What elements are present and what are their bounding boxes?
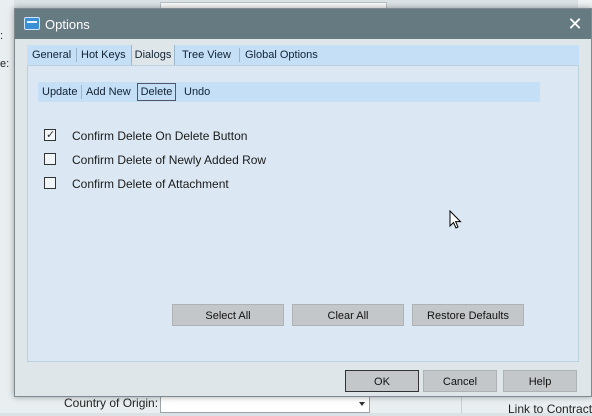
subtab-undo[interactable]: Undo (184, 82, 210, 102)
tab-tree-view[interactable]: Tree View (182, 45, 231, 65)
tab-hot-keys[interactable]: Hot Keys (81, 45, 126, 65)
options-dialog: Options ✕ General Hot Keys Dialogs Tree … (14, 8, 592, 397)
tab-global-options[interactable]: Global Options (245, 45, 318, 65)
background-left-strip: : e: (0, 0, 14, 413)
background-label: : (0, 30, 4, 42)
dialogs-tab-panel: Update Add New Delete Undo ✓ Confirm Del… (27, 65, 579, 362)
subtab-divider (81, 85, 82, 99)
select-all-button[interactable]: Select All (172, 304, 284, 326)
tab-general[interactable]: General (32, 45, 71, 65)
tab-dialogs[interactable]: Dialogs (131, 45, 175, 65)
help-button[interactable]: Help (503, 370, 577, 392)
divider (461, 395, 462, 413)
option-label: Confirm Delete of Attachment (72, 177, 229, 191)
restore-defaults-button[interactable]: Restore Defaults (412, 304, 524, 326)
subtab-update[interactable]: Update (42, 82, 77, 102)
dialog-title: Options (45, 17, 90, 32)
close-icon[interactable]: ✕ (565, 14, 585, 34)
mouse-cursor-icon (449, 210, 462, 229)
link-to-contract[interactable]: Link to Contract (508, 402, 592, 416)
check-icon: ✓ (46, 129, 56, 141)
checkbox-confirm-delete-newly-added-row[interactable] (44, 153, 56, 165)
app-icon (24, 17, 40, 30)
background-label: e: (0, 58, 10, 70)
checkbox-confirm-delete-on-delete-button[interactable]: ✓ (44, 129, 56, 141)
country-of-origin-label: Country of Origin: (64, 396, 159, 410)
country-of-origin-select[interactable] (160, 395, 370, 413)
dialog-titlebar[interactable]: Options ✕ (15, 9, 591, 39)
subtab-delete[interactable]: Delete (137, 83, 176, 101)
subtab-bar: Update Add New Delete Undo (38, 82, 540, 102)
tab-divider (76, 48, 77, 62)
clear-all-button[interactable]: Clear All (292, 304, 404, 326)
cancel-button[interactable]: Cancel (423, 370, 497, 392)
option-label: Confirm Delete of Newly Added Row (72, 153, 267, 167)
chevron-down-icon (359, 402, 365, 406)
ok-button[interactable]: OK (345, 370, 419, 392)
tab-divider (239, 48, 240, 62)
tab-bar: General Hot Keys Dialogs Tree View Globa… (27, 45, 579, 65)
checkbox-confirm-delete-attachment[interactable] (44, 177, 56, 189)
subtab-add-new[interactable]: Add New (86, 82, 131, 102)
option-label: Confirm Delete On Delete Button (72, 129, 248, 143)
